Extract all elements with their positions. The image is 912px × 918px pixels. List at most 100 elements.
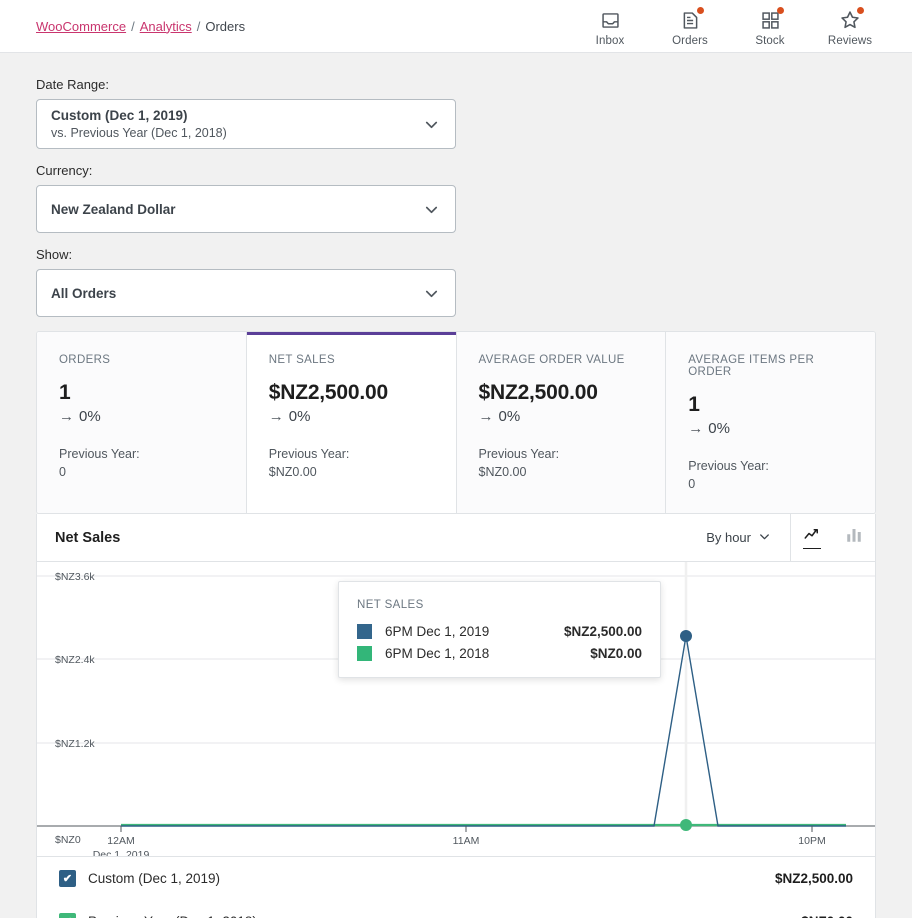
chart-title: Net Sales [55,529,121,546]
date-range-select[interactable]: Custom (Dec 1, 2019) vs. Previous Year (… [36,99,456,149]
summary-card-previous: Previous Year: $NZ0.00 [479,445,644,481]
legend-item-custom[interactable]: ✔ Custom (Dec 1, 2019) $NZ2,500.00 [37,857,875,900]
quicknav-inbox[interactable]: Inbox [570,5,650,47]
summary-card-delta: → 0% [688,420,853,437]
summary-card-average-items-per-order[interactable]: AVERAGE ITEMS PER ORDER 1 → 0% Previous … [666,332,875,513]
reviews-star-icon [838,7,864,32]
tooltip-row: 6PM Dec 1, 2018 $NZ0.00 [357,646,642,661]
quick-nav: Inbox Orders Stock Reviews [570,5,890,47]
summary-card-previous: Previous Year: $NZ0.00 [269,445,434,481]
quicknav-orders-label: Orders [672,35,708,47]
quicknav-inbox-label: Inbox [595,35,625,47]
x-tick-label: 12AM [107,835,134,847]
reviews-notification-badge [857,7,864,14]
x-tick-label: 10PM [798,835,825,847]
trend-flat-arrow-icon: → [268,408,284,425]
page-body: Date Range: Custom (Dec 1, 2019) vs. Pre… [0,53,912,918]
summary-card-title: NET SALES [268,354,335,366]
currency-select[interactable]: New Zealand Dollar [36,185,456,233]
chart-tools: By hour [706,514,875,561]
summary-card-previous-value: 0 [688,477,696,491]
chevron-down-icon [422,284,441,303]
date-range-label: Date Range: [36,77,109,92]
summary-card-previous-value: $NZ0.00 [478,465,527,479]
y-tick-label: $NZ0 [55,834,81,846]
tooltip-label: 6PM Dec 1, 2019 [385,624,490,639]
date-range-comparison: vs. Previous Year (Dec 1, 2018) [51,126,227,140]
data-point-previous-6pm[interactable] [680,819,692,831]
show-value: All Orders [51,285,117,301]
summary-card-delta-value: 0% [288,408,311,425]
top-header-bar: WooCommerce / Analytics / Orders Inbox O… [0,0,912,53]
stock-icon [758,7,784,32]
x-tick-label: 11AM [453,835,480,847]
show-label: Show: [36,247,73,262]
summary-card-net-sales[interactable]: NET SALES $NZ2,500.00 → 0% Previous Year… [246,332,457,513]
summary-card-average-order-value[interactable]: AVERAGE ORDER VALUE $NZ2,500.00 → 0% Pre… [456,332,667,513]
summary-card-delta-value: 0% [79,408,101,425]
show-select[interactable]: All Orders [36,269,456,317]
summary-card-value: $NZ2,500.00 [268,381,388,404]
summary-card-previous: Previous Year: 0 [59,445,224,481]
breadcrumb-item-analytics[interactable]: Analytics [140,19,192,34]
bar-chart-icon [845,526,863,549]
interval-select-label: By hour [706,530,751,545]
summary-card-value: 1 [59,381,71,404]
legend-item-previous-year[interactable]: ✔ Previous Year (Dec 1, 2018) $NZ0.00 [37,900,875,918]
tooltip-title: NET SALES [357,599,424,611]
legend-checkbox-custom[interactable]: ✔ [59,870,76,887]
summary-card-delta: → 0% [59,408,224,425]
breadcrumb-separator: / [196,18,201,34]
quicknav-reviews[interactable]: Reviews [810,5,890,47]
chart-header: Net Sales By hour [37,514,875,562]
stock-notification-badge [777,7,784,14]
summary-card-previous: Previous Year: 0 [688,457,853,493]
orders-notification-badge [697,7,704,14]
chart-tooltip: NET SALES 6PM Dec 1, 2019 $NZ2,500.00 6P… [338,581,661,678]
summary-card-previous-label: Previous Year: [478,447,560,461]
chevron-down-icon [422,200,441,219]
chart-plot-area[interactable]: $NZ3.6k $NZ2.4k $NZ1.2k $NZ0 12AM Dec 1,… [37,562,875,856]
summary-card-previous-label: Previous Year: [268,447,350,461]
date-range-value: Custom (Dec 1, 2019) [51,108,188,123]
tooltip-value: $NZ2,500.00 [563,624,642,639]
summary-card-delta-value: 0% [708,420,730,437]
chart-legend: ✔ Custom (Dec 1, 2019) $NZ2,500.00 ✔ Pre… [37,856,875,918]
tooltip-label: 6PM Dec 1, 2018 [385,646,490,661]
summary-cards: ORDERS 1 → 0% Previous Year: 0 NET SALES… [36,331,876,514]
summary-card-title: AVERAGE ORDER VALUE [478,354,625,366]
line-chart-button[interactable] [791,514,833,561]
currency-label: Currency: [36,163,93,178]
summary-card-title: AVERAGE ITEMS PER ORDER [688,354,815,378]
legend-label: Custom (Dec 1, 2019) [88,871,221,886]
tooltip-row: 6PM Dec 1, 2019 $NZ2,500.00 [357,624,642,639]
y-tick-label: $NZ3.6k [55,571,95,583]
summary-card-previous-value: $NZ0.00 [268,465,317,479]
chart-card: Net Sales By hour $NZ3.6k $NZ2.4k $NZ1.2… [36,514,876,918]
quicknav-orders[interactable]: Orders [650,5,730,47]
interval-select[interactable]: By hour [706,529,790,547]
breadcrumb-item-orders: Orders [205,18,246,34]
tooltip-swatch-previous [357,646,372,661]
summary-card-orders[interactable]: ORDERS 1 → 0% Previous Year: 0 [37,332,247,513]
summary-card-title: ORDERS [59,354,111,366]
summary-card-previous-label: Previous Year: [688,459,769,473]
breadcrumb-item-woocommerce[interactable]: WooCommerce [36,19,126,34]
legend-checkbox-previous-year[interactable]: ✔ [59,913,76,918]
trend-flat-arrow-icon: → [688,420,704,437]
data-point-custom-6pm[interactable] [680,630,692,642]
trend-flat-arrow-icon: → [59,408,74,425]
bar-chart-button[interactable] [833,514,875,561]
currency-value: New Zealand Dollar [51,201,176,217]
quicknav-stock[interactable]: Stock [730,5,810,47]
orders-icon [678,7,704,32]
breadcrumb-separator: / [131,18,135,34]
summary-card-delta: → 0% [269,408,434,425]
chart-type-toggle [790,514,875,561]
trend-flat-arrow-icon: → [478,408,494,425]
legend-value: $NZ0.00 [801,914,853,918]
y-tick-label: $NZ2.4k [55,654,95,666]
inbox-icon [598,8,622,32]
summary-card-previous-value: 0 [59,465,66,479]
summary-card-value: $NZ2,500.00 [478,381,598,404]
